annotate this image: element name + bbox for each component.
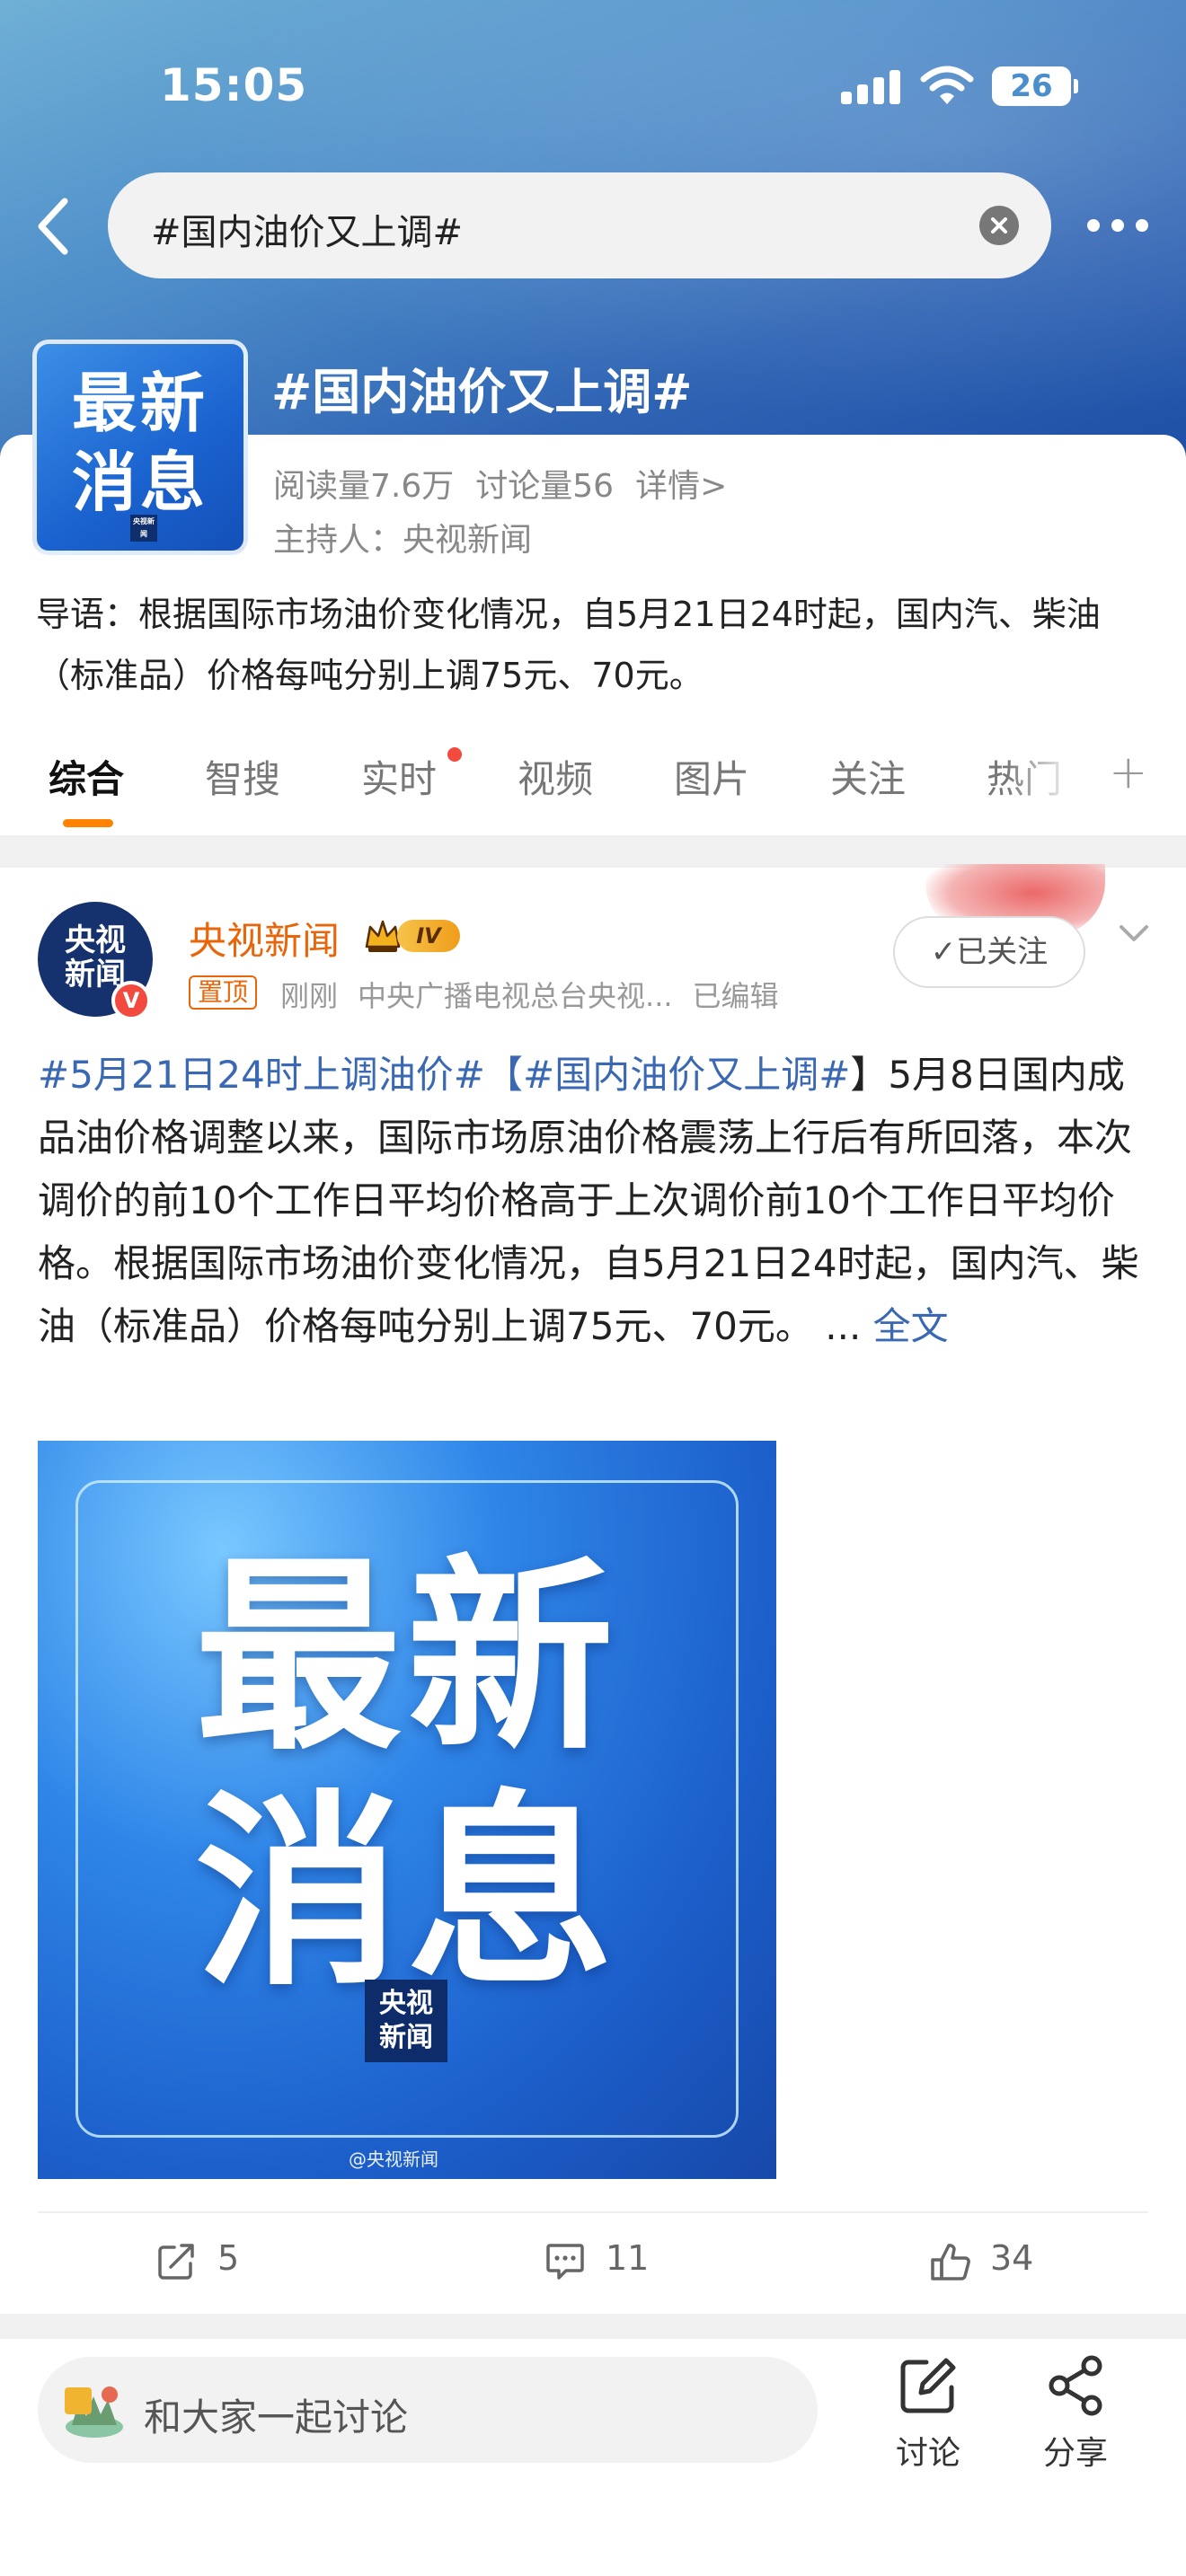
like-count: 34 — [990, 2238, 1034, 2278]
comment-button[interactable]: 11 — [544, 2236, 670, 2287]
comment-count: 11 — [606, 2238, 650, 2278]
like-button[interactable]: 34 — [929, 2236, 1064, 2287]
pinned-tag: 置顶 — [189, 975, 258, 1010]
bottom-divider — [0, 2314, 1186, 2339]
chevron-down-icon[interactable] — [1116, 920, 1152, 947]
details-link[interactable]: 详情> — [635, 468, 727, 505]
post-body: #5月21日24时上调油价#【#国内油价又上调#】5月8日国内成品油价格调整以来… — [38, 1044, 1152, 1358]
thumbs-up-icon — [931, 2244, 970, 2280]
discuss-button[interactable]: 讨论 — [879, 2353, 978, 2474]
user-avatar-icon — [63, 2380, 126, 2439]
comment-icon — [546, 2244, 584, 2280]
topic-logo: 最新 消息 央视新闻 — [32, 340, 248, 555]
repost-count: 5 — [217, 2238, 240, 2278]
more-options-button[interactable] — [1085, 208, 1150, 244]
image-watermark: @央视新闻 — [349, 2148, 438, 2170]
search-input[interactable]: #国内油价又上调# — [108, 172, 1051, 278]
topic-host: 主持人：央视新闻 — [273, 522, 533, 559]
close-icon — [991, 217, 1007, 234]
clear-search-button[interactable] — [979, 206, 1019, 245]
discussion-count: 讨论量56 — [475, 468, 615, 505]
tab-realtime[interactable]: 实时 — [361, 749, 437, 804]
tab-bar: 综合 智搜 实时 视频 图片 关注 热门 + — [0, 745, 1186, 848]
add-tab-icon[interactable]: + — [1109, 745, 1148, 799]
read-count: 阅读量7.6万 — [273, 468, 455, 505]
post-meta: 刚刚 中央广播电视总台央视... 已编辑 — [280, 974, 799, 1015]
share-button[interactable]: 分享 — [1026, 2353, 1125, 2474]
tab-realtime-dot — [447, 747, 462, 762]
discussion-input[interactable]: 和大家一起讨论 — [38, 2357, 818, 2463]
search-query: #国内油价又上调# — [151, 212, 464, 253]
edit-icon — [900, 2358, 956, 2413]
discussion-placeholder: 和大家一起讨论 — [144, 2395, 409, 2439]
post-time: 刚刚 — [280, 979, 339, 1013]
tab-smart-search[interactable]: 智搜 — [205, 749, 280, 804]
post-body-text: 】5月8日国内成品油价格调整以来，国际市场原油价格震荡上行后有所回落，本次调价的… — [38, 1053, 1139, 1348]
image-headline: 最新 消息 — [194, 1539, 619, 2014]
section-divider — [0, 835, 1186, 868]
following-button[interactable]: ✓已关注 — [893, 916, 1085, 988]
topic-title: #国内油价又上调# — [271, 364, 693, 420]
full-text-link[interactable]: 全文 — [873, 1304, 949, 1348]
tab-images[interactable]: 图片 — [674, 749, 749, 804]
topic-stats: 阅读量7.6万 讨论量56 详情> — [273, 460, 748, 507]
discuss-label: 讨论 — [895, 2435, 960, 2472]
share-icon — [1049, 2355, 1102, 2416]
topic-intro: 导语：根据国际市场油价变化情况，自5月21日24时起，国内汽、柴油（标准品）价格… — [36, 595, 1101, 695]
tab-video[interactable]: 视频 — [518, 749, 593, 804]
post-image[interactable]: 最新 消息 央视 新闻 @央视新闻 — [38, 1441, 776, 2179]
post-source: 中央广播电视总台央视... — [358, 979, 673, 1013]
hashtag-link[interactable]: 【#国内油价又上调# — [485, 1053, 850, 1097]
wifi-icon — [920, 63, 974, 108]
battery-indicator: 26 — [992, 66, 1078, 106]
hashtag-link[interactable]: #5月21日24时上调油价# — [38, 1053, 485, 1097]
tab-comprehensive[interactable]: 综合 — [49, 749, 124, 804]
image-logo: 央视 新闻 — [365, 1980, 447, 2062]
verified-badge-icon: V — [111, 981, 151, 1020]
topic-logo-mini-mark: 央视新闻 — [130, 515, 157, 542]
repost-icon — [158, 2244, 194, 2280]
membership-level-badge[interactable]: IV — [363, 914, 462, 956]
status-time: 15:05 — [160, 59, 308, 111]
cellular-signal-icon — [841, 68, 900, 104]
tab-following[interactable]: 关注 — [830, 749, 906, 804]
tab-fade-overlay — [1006, 749, 1087, 803]
author-name[interactable]: 央视新闻 — [189, 911, 340, 966]
edited-label: 已编辑 — [692, 979, 779, 1013]
back-button[interactable] — [25, 190, 79, 262]
share-label: 分享 — [1042, 2435, 1108, 2472]
level-label: IV — [397, 920, 460, 952]
active-tab-indicator — [63, 819, 113, 827]
action-bar-divider — [38, 2211, 1148, 2213]
repost-button[interactable]: 5 — [156, 2236, 264, 2287]
